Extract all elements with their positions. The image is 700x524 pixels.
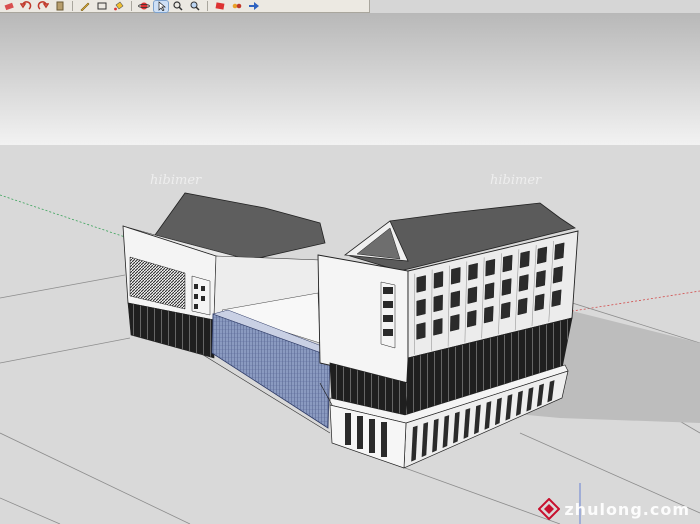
main-toolbar [0,0,370,13]
orbit-button[interactable] [137,1,151,12]
materials-button[interactable] [230,1,244,12]
facade-window [468,262,478,281]
zoom-window-button[interactable] [188,1,202,12]
facade-window [433,294,443,313]
materials-icon [232,3,242,9]
facade-window [416,322,426,340]
paint-bucket-icon [114,1,124,11]
facade-window [450,314,460,332]
zhulong-logo-icon [538,498,561,520]
zoom-icon [173,1,183,11]
facade-window [433,271,444,289]
paint-bucket-button[interactable] [112,1,126,12]
zoom-button[interactable] [171,1,185,12]
model-viewport[interactable] [0,13,700,524]
select-icon [158,1,166,11]
toolbar-separator [72,1,73,11]
components-button[interactable] [213,1,227,12]
undo-icon [20,1,32,10]
facade-window [416,275,426,293]
facade-window [552,265,563,284]
scenes-icon [249,2,259,10]
facade-window [450,267,461,285]
components-icon [215,2,225,10]
pencil-icon [80,2,90,11]
facade-window [500,301,511,320]
toolbar-separator [131,1,132,11]
facade-window [484,282,495,300]
zoom-window-icon [190,1,200,11]
toolbar-separator [207,1,208,11]
redo-button[interactable] [36,1,50,12]
rectangle-icon [97,2,107,10]
facade-window [534,293,545,312]
facade-window [518,274,529,292]
facade-window [517,297,528,316]
erase-button[interactable] [2,1,16,12]
rectangle-button[interactable] [95,1,109,12]
facade-window [501,278,512,296]
paste-icon [56,1,64,11]
facade-window [416,298,426,317]
pencil-button[interactable] [78,1,92,12]
site-watermark: zhulong.com [538,498,690,520]
facade-window [519,250,530,269]
faint-watermark: hibimer [490,173,542,188]
facade-window [450,290,461,309]
paste-button[interactable] [53,1,67,12]
site-watermark-text: zhulong.com [564,499,690,519]
undo-button[interactable] [19,1,33,12]
facade-window [467,286,478,304]
facade-window [551,289,562,308]
facade-window [466,309,477,328]
redo-icon [37,1,49,10]
facade-window [535,270,546,288]
faint-watermark: hibimer [150,173,202,188]
orbit-icon [138,2,150,10]
sky [0,13,700,145]
select-button[interactable] [153,0,169,13]
facade-window [536,246,548,265]
facade-window [485,258,496,277]
facade-window [554,242,565,261]
scenes-button[interactable] [247,1,261,12]
erase-icon [4,2,14,11]
facade-window [502,254,513,273]
facade-window [433,318,443,336]
facade-window [483,305,494,324]
